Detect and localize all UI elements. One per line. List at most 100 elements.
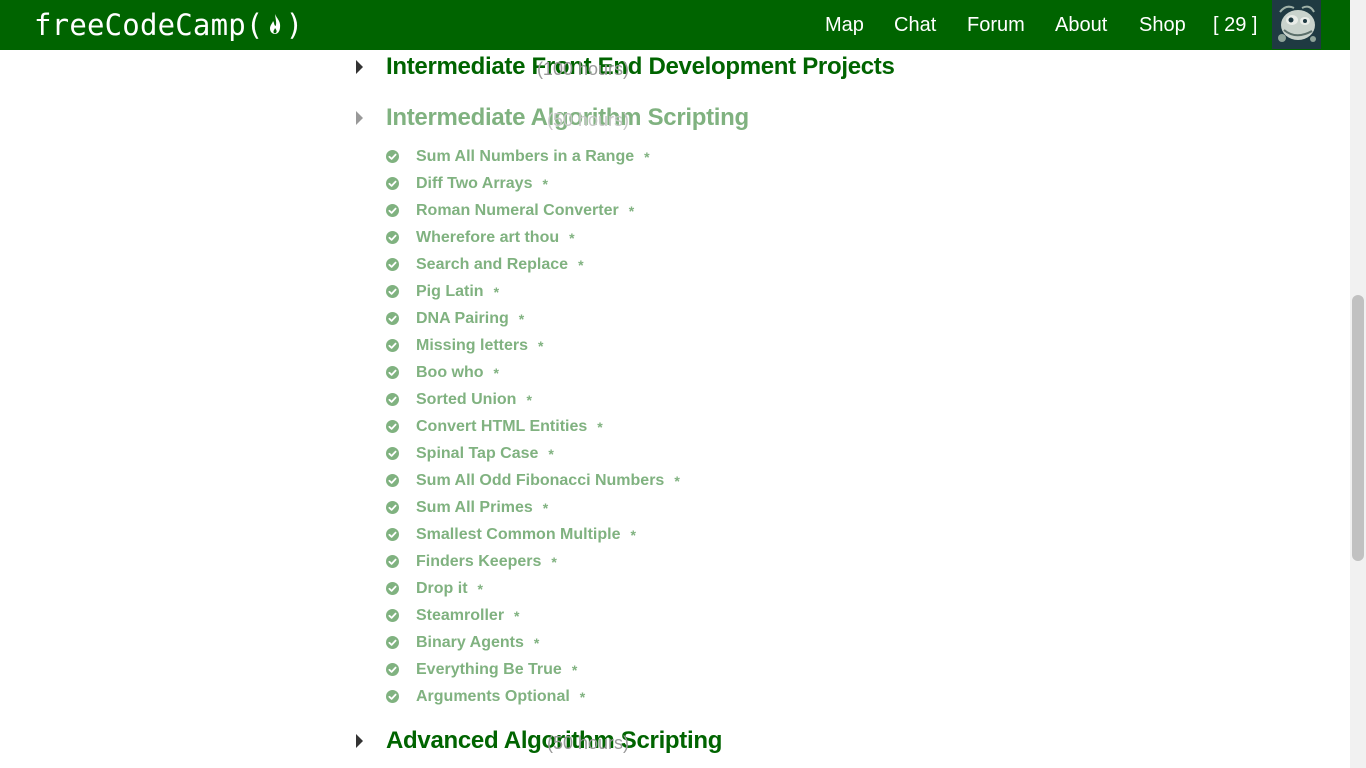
logo-text: freeCodeCamp bbox=[34, 8, 246, 42]
required-marker: * bbox=[533, 634, 540, 651]
required-marker: * bbox=[579, 688, 586, 705]
required-marker: * bbox=[542, 175, 548, 192]
challenge-name[interactable]: Convert HTML Entities bbox=[416, 418, 587, 436]
block-intermediate-front-end[interactable]: Intermediate Front End Development Proje… bbox=[0, 50, 1000, 90]
nav-link-map[interactable]: Map bbox=[825, 12, 864, 38]
required-marker: * bbox=[571, 661, 578, 678]
completed-check-icon bbox=[386, 420, 399, 433]
block-advanced-algorithm[interactable]: Advanced Algorithm Scripting (50 hours) bbox=[0, 724, 1000, 764]
nav-link-shop[interactable]: Shop bbox=[1139, 12, 1186, 38]
block-hours: (50 hours) bbox=[546, 110, 629, 130]
challenge-item[interactable]: Steamroller * bbox=[386, 602, 986, 629]
challenge-item[interactable]: Binary Agents * bbox=[386, 629, 986, 656]
required-marker: * bbox=[644, 148, 650, 165]
nav-link-about[interactable]: About bbox=[1055, 12, 1107, 38]
challenge-item[interactable]: DNA Pairing * bbox=[386, 305, 986, 332]
challenge-name[interactable]: Everything Be True bbox=[416, 661, 562, 679]
required-marker: * bbox=[674, 472, 680, 489]
challenge-item[interactable]: Roman Numeral Converter * bbox=[386, 197, 986, 224]
challenge-name[interactable]: Sum All Odd Fibonacci Numbers bbox=[416, 472, 664, 490]
challenge-name[interactable]: Pig Latin bbox=[416, 283, 484, 301]
required-marker: * bbox=[538, 337, 544, 354]
challenge-item[interactable]: Sorted Union * bbox=[386, 386, 986, 413]
top-navbar: freeCodeCamp ( ) Map Chat Forum About Sh… bbox=[0, 0, 1350, 50]
challenge-name[interactable]: Diff Two Arrays bbox=[416, 175, 532, 193]
freecodecamp-logo[interactable]: freeCodeCamp ( ) bbox=[34, 6, 303, 44]
logo-open-paren: ( bbox=[245, 8, 264, 42]
challenge-item[interactable]: Sum All Numbers in a Range * bbox=[386, 143, 986, 170]
page-scrollbar[interactable] bbox=[1350, 0, 1366, 768]
challenge-name[interactable]: Sum All Numbers in a Range bbox=[416, 148, 634, 166]
block-intermediate-algorithm[interactable]: Intermediate Algorithm Scripting (50 hou… bbox=[0, 101, 1000, 141]
challenge-name[interactable]: Sum All Primes bbox=[416, 499, 533, 517]
nav-link-chat[interactable]: Chat bbox=[894, 12, 936, 38]
completed-check-icon bbox=[386, 555, 399, 568]
completed-check-icon bbox=[386, 582, 399, 595]
challenge-name[interactable]: Spinal Tap Case bbox=[416, 445, 538, 463]
required-marker: * bbox=[569, 229, 575, 246]
completed-check-icon bbox=[386, 204, 399, 217]
challenge-item[interactable]: Everything Be True * bbox=[386, 656, 986, 683]
challenge-name[interactable]: Sorted Union bbox=[416, 391, 516, 409]
completed-check-icon bbox=[386, 609, 399, 622]
completed-check-icon bbox=[386, 636, 399, 649]
challenge-item[interactable]: Diff Two Arrays * bbox=[386, 170, 986, 197]
required-marker: * bbox=[548, 445, 554, 462]
required-marker: * bbox=[628, 202, 635, 219]
completed-check-icon bbox=[386, 663, 399, 676]
required-marker: * bbox=[526, 391, 532, 408]
challenge-name[interactable]: Search and Replace bbox=[416, 256, 568, 274]
completed-check-icon bbox=[386, 231, 399, 244]
challenge-item[interactable]: Smallest Common Multiple * bbox=[386, 521, 986, 548]
challenge-item[interactable]: Finders Keepers * bbox=[386, 548, 986, 575]
challenge-name[interactable]: Finders Keepers bbox=[416, 553, 541, 571]
caret-right-icon[interactable] bbox=[356, 111, 363, 125]
challenge-item[interactable]: Wherefore art thou * bbox=[386, 224, 986, 251]
scrollbar-thumb[interactable] bbox=[1352, 295, 1364, 561]
challenge-item[interactable]: Sum All Odd Fibonacci Numbers * bbox=[386, 467, 986, 494]
challenge-name[interactable]: Binary Agents bbox=[416, 634, 524, 652]
caret-right-icon[interactable] bbox=[356, 60, 363, 74]
challenge-item[interactable]: Missing letters * bbox=[386, 332, 986, 359]
logo-close-paren: ) bbox=[285, 8, 304, 42]
challenge-name[interactable]: Steamroller bbox=[416, 607, 504, 625]
points-counter[interactable]: [ 29 ] bbox=[1213, 12, 1257, 38]
required-marker: * bbox=[514, 607, 520, 624]
block-hours: (50 hours) bbox=[546, 733, 629, 753]
challenge-item[interactable]: Drop it * bbox=[386, 575, 986, 602]
completed-check-icon bbox=[386, 393, 399, 406]
required-marker: * bbox=[542, 499, 549, 516]
challenge-item[interactable]: Pig Latin * bbox=[386, 278, 986, 305]
completed-check-icon bbox=[386, 150, 399, 163]
required-marker: * bbox=[597, 418, 603, 435]
block-title[interactable]: Intermediate Front End Development Proje… bbox=[386, 53, 895, 81]
challenge-name[interactable]: Arguments Optional bbox=[416, 688, 570, 706]
required-marker: * bbox=[493, 283, 500, 300]
nav-link-forum[interactable]: Forum bbox=[967, 12, 1025, 38]
challenge-item[interactable]: Spinal Tap Case * bbox=[386, 440, 986, 467]
caret-right-icon[interactable] bbox=[356, 734, 363, 748]
required-marker: * bbox=[578, 256, 584, 273]
challenge-name[interactable]: Boo who bbox=[416, 364, 484, 382]
challenge-item[interactable]: Search and Replace * bbox=[386, 251, 986, 278]
challenge-item[interactable]: Convert HTML Entities * bbox=[386, 413, 986, 440]
challenge-item[interactable]: Sum All Primes * bbox=[386, 494, 986, 521]
completed-check-icon bbox=[386, 312, 399, 325]
user-avatar-icon[interactable] bbox=[1272, 0, 1321, 49]
challenge-name[interactable]: Smallest Common Multiple bbox=[416, 526, 620, 544]
completed-check-icon bbox=[386, 690, 399, 703]
challenge-name[interactable]: Drop it bbox=[416, 580, 468, 598]
challenge-name[interactable]: Missing letters bbox=[416, 337, 528, 355]
completed-check-icon bbox=[386, 258, 399, 271]
flame-icon bbox=[265, 11, 285, 39]
completed-check-icon bbox=[386, 501, 399, 514]
required-marker: * bbox=[630, 526, 636, 543]
challenge-name[interactable]: Roman Numeral Converter bbox=[416, 202, 619, 220]
required-marker: * bbox=[551, 553, 557, 570]
completed-check-icon bbox=[386, 447, 399, 460]
challenge-name[interactable]: Wherefore art thou bbox=[416, 229, 559, 247]
completed-check-icon bbox=[386, 366, 399, 379]
challenge-name[interactable]: DNA Pairing bbox=[416, 310, 509, 328]
challenge-item[interactable]: Boo who * bbox=[386, 359, 986, 386]
challenge-item[interactable]: Arguments Optional * bbox=[386, 683, 986, 710]
